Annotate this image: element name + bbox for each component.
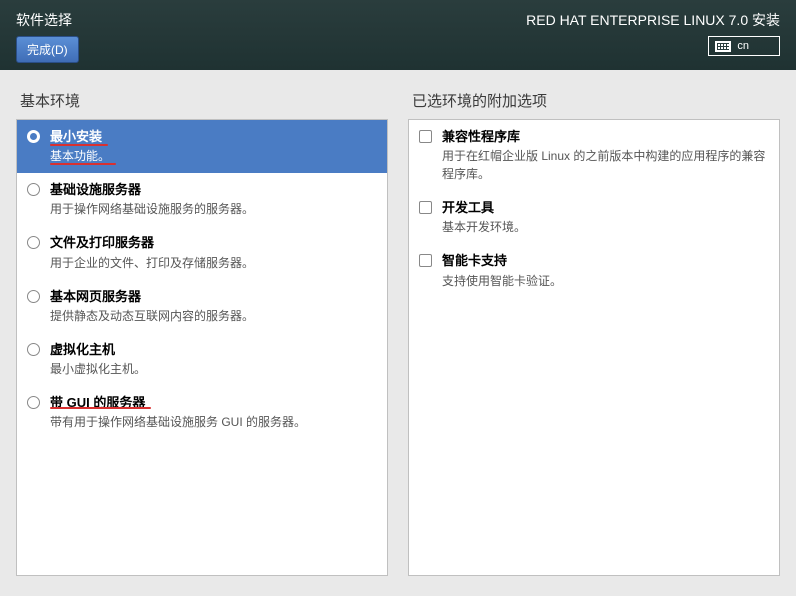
- env-item-label: 带 GUI 的服务器: [50, 394, 377, 412]
- env-item-desc: 提供静态及动态互联网内容的服务器。: [50, 307, 377, 325]
- keyboard-layout-label: cn: [737, 40, 749, 52]
- page-title: 软件选择: [16, 10, 79, 30]
- addon-item-body: 开发工具基本开发环境。: [442, 199, 769, 236]
- addon-item-desc: 基本开发环境。: [442, 218, 769, 236]
- env-item-body: 文件及打印服务器用于企业的文件、打印及存储服务器。: [50, 234, 377, 271]
- env-item-desc: 基本功能。: [50, 147, 377, 165]
- addon-item-1[interactable]: 开发工具基本开发环境。: [409, 191, 779, 244]
- env-item-1[interactable]: 基础设施服务器用于操作网络基础设施服务的服务器。: [17, 173, 387, 226]
- radio-icon[interactable]: [27, 343, 40, 356]
- radio-icon[interactable]: [27, 396, 40, 409]
- env-item-4[interactable]: 虚拟化主机最小虚拟化主机。: [17, 333, 387, 386]
- env-item-desc: 用于企业的文件、打印及存储服务器。: [50, 254, 377, 272]
- env-item-label: 最小安装: [50, 128, 377, 146]
- env-item-2[interactable]: 文件及打印服务器用于企业的文件、打印及存储服务器。: [17, 226, 387, 279]
- addons-title: 已选环境的附加选项: [408, 90, 780, 111]
- radio-icon[interactable]: [27, 130, 40, 143]
- addon-item-label: 开发工具: [442, 199, 769, 217]
- env-item-body: 基本网页服务器提供静态及动态互联网内容的服务器。: [50, 288, 377, 325]
- radio-icon[interactable]: [27, 183, 40, 196]
- env-item-5[interactable]: 带 GUI 的服务器带有用于操作网络基础设施服务 GUI 的服务器。: [17, 386, 387, 439]
- keyboard-indicator[interactable]: cn: [708, 36, 780, 56]
- env-item-body: 最小安装基本功能。: [50, 128, 377, 165]
- header-bar: 软件选择 完成(D) RED HAT ENTERPRISE LINUX 7.0 …: [0, 0, 796, 70]
- env-item-label: 基本网页服务器: [50, 288, 377, 306]
- addon-item-0[interactable]: 兼容性程序库用于在红帽企业版 Linux 的之前版本中构建的应用程序的兼容程序库…: [409, 120, 779, 191]
- keyboard-icon: [715, 41, 731, 52]
- addon-item-label: 兼容性程序库: [442, 128, 769, 146]
- checkbox-icon[interactable]: [419, 201, 432, 214]
- env-item-3[interactable]: 基本网页服务器提供静态及动态互联网内容的服务器。: [17, 280, 387, 333]
- checkbox-icon[interactable]: [419, 254, 432, 267]
- addon-item-label: 智能卡支持: [442, 252, 769, 270]
- env-item-desc: 最小虚拟化主机。: [50, 360, 377, 378]
- installer-title: RED HAT ENTERPRISE LINUX 7.0 安装: [526, 10, 780, 30]
- addon-item-body: 智能卡支持支持使用智能卡验证。: [442, 252, 769, 289]
- env-item-desc: 带有用于操作网络基础设施服务 GUI 的服务器。: [50, 413, 377, 431]
- env-item-label: 基础设施服务器: [50, 181, 377, 199]
- radio-icon[interactable]: [27, 290, 40, 303]
- checkbox-icon[interactable]: [419, 130, 432, 143]
- addon-item-desc: 用于在红帽企业版 Linux 的之前版本中构建的应用程序的兼容程序库。: [442, 147, 769, 183]
- base-env-title: 基本环境: [16, 90, 388, 111]
- addon-item-desc: 支持使用智能卡验证。: [442, 272, 769, 290]
- env-item-body: 基础设施服务器用于操作网络基础设施服务的服务器。: [50, 181, 377, 218]
- done-button[interactable]: 完成(D): [16, 36, 79, 63]
- env-item-desc: 用于操作网络基础设施服务的服务器。: [50, 200, 377, 218]
- env-item-body: 带 GUI 的服务器带有用于操作网络基础设施服务 GUI 的服务器。: [50, 394, 377, 431]
- addon-item-2[interactable]: 智能卡支持支持使用智能卡验证。: [409, 244, 779, 297]
- env-item-body: 虚拟化主机最小虚拟化主机。: [50, 341, 377, 378]
- env-item-label: 文件及打印服务器: [50, 234, 377, 252]
- radio-icon[interactable]: [27, 236, 40, 249]
- env-item-label: 虚拟化主机: [50, 341, 377, 359]
- base-env-panel: 最小安装基本功能。基础设施服务器用于操作网络基础设施服务的服务器。文件及打印服务…: [16, 119, 388, 576]
- env-item-0[interactable]: 最小安装基本功能。: [17, 120, 387, 173]
- addon-item-body: 兼容性程序库用于在红帽企业版 Linux 的之前版本中构建的应用程序的兼容程序库…: [442, 128, 769, 183]
- addons-panel: 兼容性程序库用于在红帽企业版 Linux 的之前版本中构建的应用程序的兼容程序库…: [408, 119, 780, 576]
